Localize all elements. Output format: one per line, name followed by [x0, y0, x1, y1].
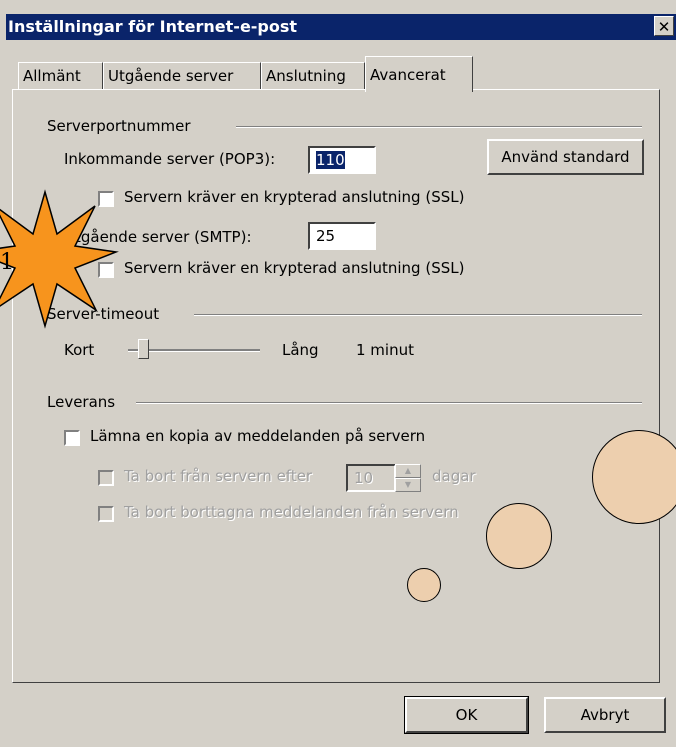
annotation-circle-large	[592, 430, 676, 524]
tab-outgoing-server[interactable]: Utgående server	[103, 62, 261, 90]
close-button[interactable]: ✕	[654, 16, 674, 36]
annotation-circle-small	[407, 568, 441, 602]
window-title: Inställningar för Internet-e-post	[8, 17, 298, 36]
tab-general[interactable]: Allmänt	[18, 62, 103, 90]
tab-outgoing-server-label: Utgående server	[108, 67, 234, 85]
ok-label: OK	[455, 706, 478, 724]
cancel-button[interactable]: Avbryt	[544, 697, 666, 733]
annotation-circle-medium	[486, 503, 552, 569]
email-settings-dialog: Inställningar för Internet-e-post ✕ Allm…	[0, 0, 676, 747]
tab-advanced-label: Avancerat	[370, 66, 446, 84]
title-bar[interactable]: Inställningar för Internet-e-post ✕	[6, 14, 676, 40]
tab-general-label: Allmänt	[23, 67, 81, 85]
annotation-star-icon: 1	[0, 189, 119, 329]
tab-connection-label: Anslutning	[266, 67, 346, 85]
tab-connection[interactable]: Anslutning	[261, 62, 365, 90]
tab-advanced[interactable]: Avancerat	[365, 56, 473, 92]
annotation-star-number: 1	[0, 250, 14, 275]
cancel-label: Avbryt	[580, 706, 630, 724]
ok-button[interactable]: OK	[404, 696, 529, 734]
advanced-panel	[12, 89, 660, 683]
